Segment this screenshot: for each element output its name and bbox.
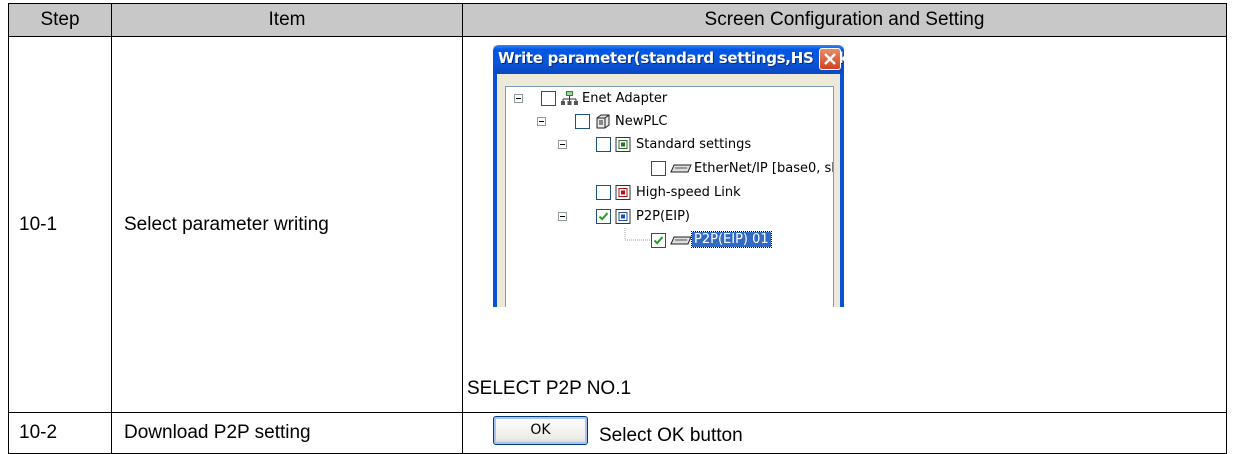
screen-cell: Write parameter(standard settings,HS lin… [462,36,1227,413]
tree-checkbox[interactable] [651,161,666,176]
step-cell: 10-2 [8,412,112,454]
screen-cell: OK Select OK button [462,412,1227,454]
plc-icon [594,114,611,129]
checkmark-icon [653,236,664,245]
tree-node-label: P2P(EIP) [636,209,690,224]
collapse-icon[interactable] [558,212,567,221]
dialog-title: Write parameter(standard settings,HS lin… [498,49,844,67]
tree-node-p2p-eip[interactable]: P2P(EIP) [506,207,826,227]
tree-checkbox-checked[interactable] [596,209,611,224]
ok-button[interactable]: OK [493,416,588,445]
item-cell: Download P2P setting [111,412,463,454]
tree-connector [624,228,652,241]
tree-node-label: EtherNet/IP [base0, slot0] [694,161,833,176]
tree-node-standard-settings[interactable]: Standard settings [506,135,826,155]
collapse-icon[interactable] [558,140,567,149]
tree-node-newplc[interactable]: NewPLC [506,112,826,132]
close-button[interactable] [819,48,841,70]
tree-checkbox[interactable] [596,185,611,200]
tree-node-ethernet-ip[interactable]: EtherNet/IP [base0, slot0] [506,159,833,179]
procedure-table: Step Item Screen Configuration and Setti… [8,3,1227,454]
header-item: Item [111,3,463,37]
ethernet-module-icon [670,233,692,248]
table-row: 10-1 Select parameter writing Write para… [8,36,1227,413]
close-icon [824,53,836,65]
step-note: Select OK button [599,425,743,446]
collapse-icon[interactable] [514,94,523,103]
table-row: 10-2 Download P2P setting OK Select OK b… [8,412,1227,454]
hs-link-icon [615,185,632,200]
ethernet-module-icon [670,161,692,176]
parameter-tree: Enet Adapter NewPLC Standard settings Et… [505,86,834,307]
item-cell: Select parameter writing [111,36,463,413]
tree-checkbox-checked[interactable] [651,233,666,248]
write-parameter-dialog: Write parameter(standard settings,HS lin… [493,45,844,307]
p2p-icon [615,209,632,224]
table-header-row: Step Item Screen Configuration and Setti… [8,3,1227,37]
tree-node-label: Standard settings [636,137,752,152]
tree-checkbox[interactable] [575,114,590,129]
network-adapter-icon [561,91,578,106]
settings-module-icon [615,137,632,152]
tree-node-label: High-speed Link [636,185,741,200]
header-screen: Screen Configuration and Setting [462,3,1227,37]
tree-node-label: NewPLC [615,114,668,129]
tree-node-label-selected: P2P(EIP) 01 [691,231,772,248]
tree-node-enet-adapter[interactable]: Enet Adapter [506,89,826,109]
tree-node-high-speed-link[interactable]: High-speed Link [506,183,826,203]
tree-node-label: Enet Adapter [582,91,668,106]
step-cell: 10-1 [8,36,112,413]
tree-checkbox[interactable] [596,137,611,152]
checkmark-icon [598,212,609,221]
tree-checkbox[interactable] [541,91,556,106]
ok-button-label: OK [530,422,551,438]
collapse-icon[interactable] [537,117,546,126]
header-step: Step [8,3,112,37]
dialog-titlebar: Write parameter(standard settings,HS lin… [493,45,844,74]
step-note: SELECT P2P NO.1 [467,378,632,399]
tree-node-p2p-eip-01[interactable]: P2P(EIP) 01 [506,228,826,251]
